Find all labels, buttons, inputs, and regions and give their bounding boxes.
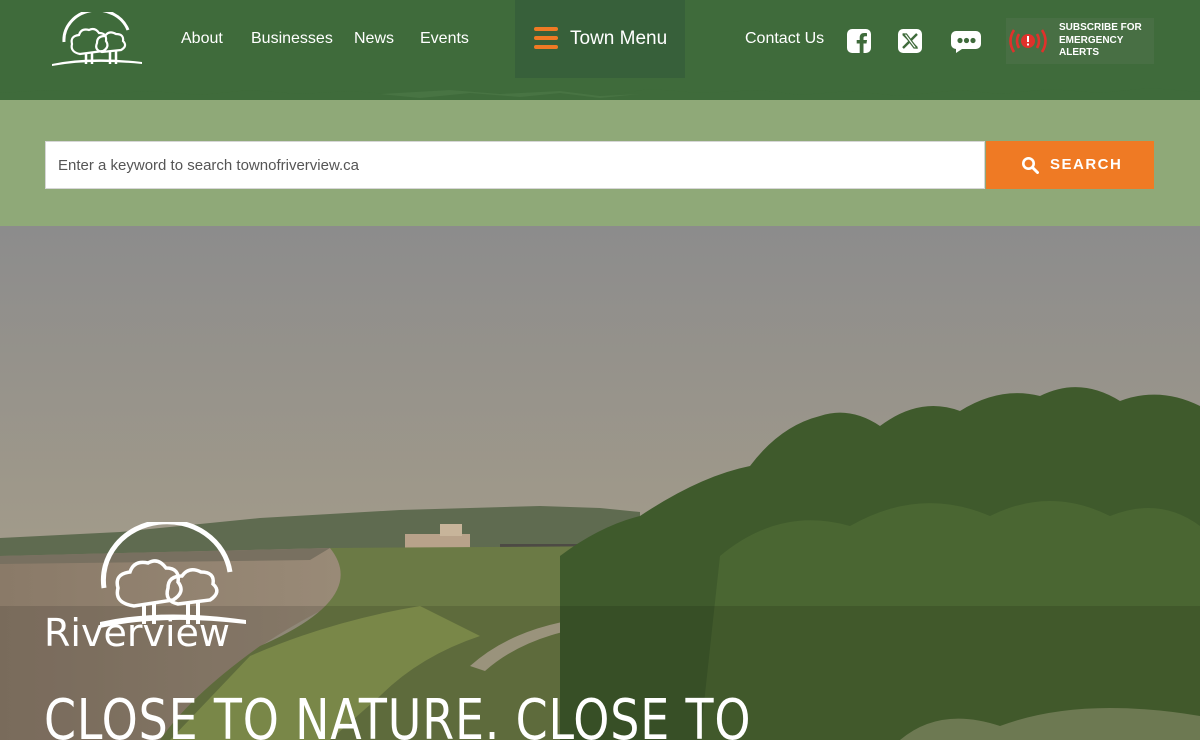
alarm-icon xyxy=(1009,29,1047,53)
riverview-hero-logo: Riverview xyxy=(44,522,246,652)
hero-headline: CLOSE TO NATURE. CLOSE TO xyxy=(44,688,752,740)
search-input[interactable] xyxy=(45,141,985,189)
hero-photo xyxy=(0,226,1200,740)
alerts-label: Subscribe for Emergency Alerts xyxy=(1059,22,1142,58)
search-button-label: Search xyxy=(1050,156,1123,173)
nav-businesses[interactable]: Businesses xyxy=(251,30,333,48)
search-icon xyxy=(1022,157,1039,174)
hero-banner: Riverview CLOSE TO NATURE. CLOSE TO xyxy=(0,226,1200,740)
facebook-icon[interactable] xyxy=(846,28,872,54)
town-menu-button[interactable]: Town Menu xyxy=(515,0,685,78)
emergency-alerts-button[interactable]: Subscribe for Emergency Alerts xyxy=(1006,18,1154,64)
search-button[interactable]: Search xyxy=(986,141,1154,189)
hero-logo-text: Riverview xyxy=(44,611,230,652)
contact-us-link[interactable]: Contact Us xyxy=(745,30,824,48)
nav-news[interactable]: News xyxy=(354,30,394,48)
x-icon[interactable] xyxy=(897,28,923,54)
riverview-logo-icon[interactable] xyxy=(50,12,145,68)
more-icon[interactable] xyxy=(950,28,982,54)
search-section: Search xyxy=(0,100,1200,226)
town-menu-label: Town Menu xyxy=(570,28,668,49)
hamburger-icon xyxy=(534,27,558,49)
nav-about[interactable]: About xyxy=(181,30,223,48)
nav-events[interactable]: Events xyxy=(420,30,469,48)
